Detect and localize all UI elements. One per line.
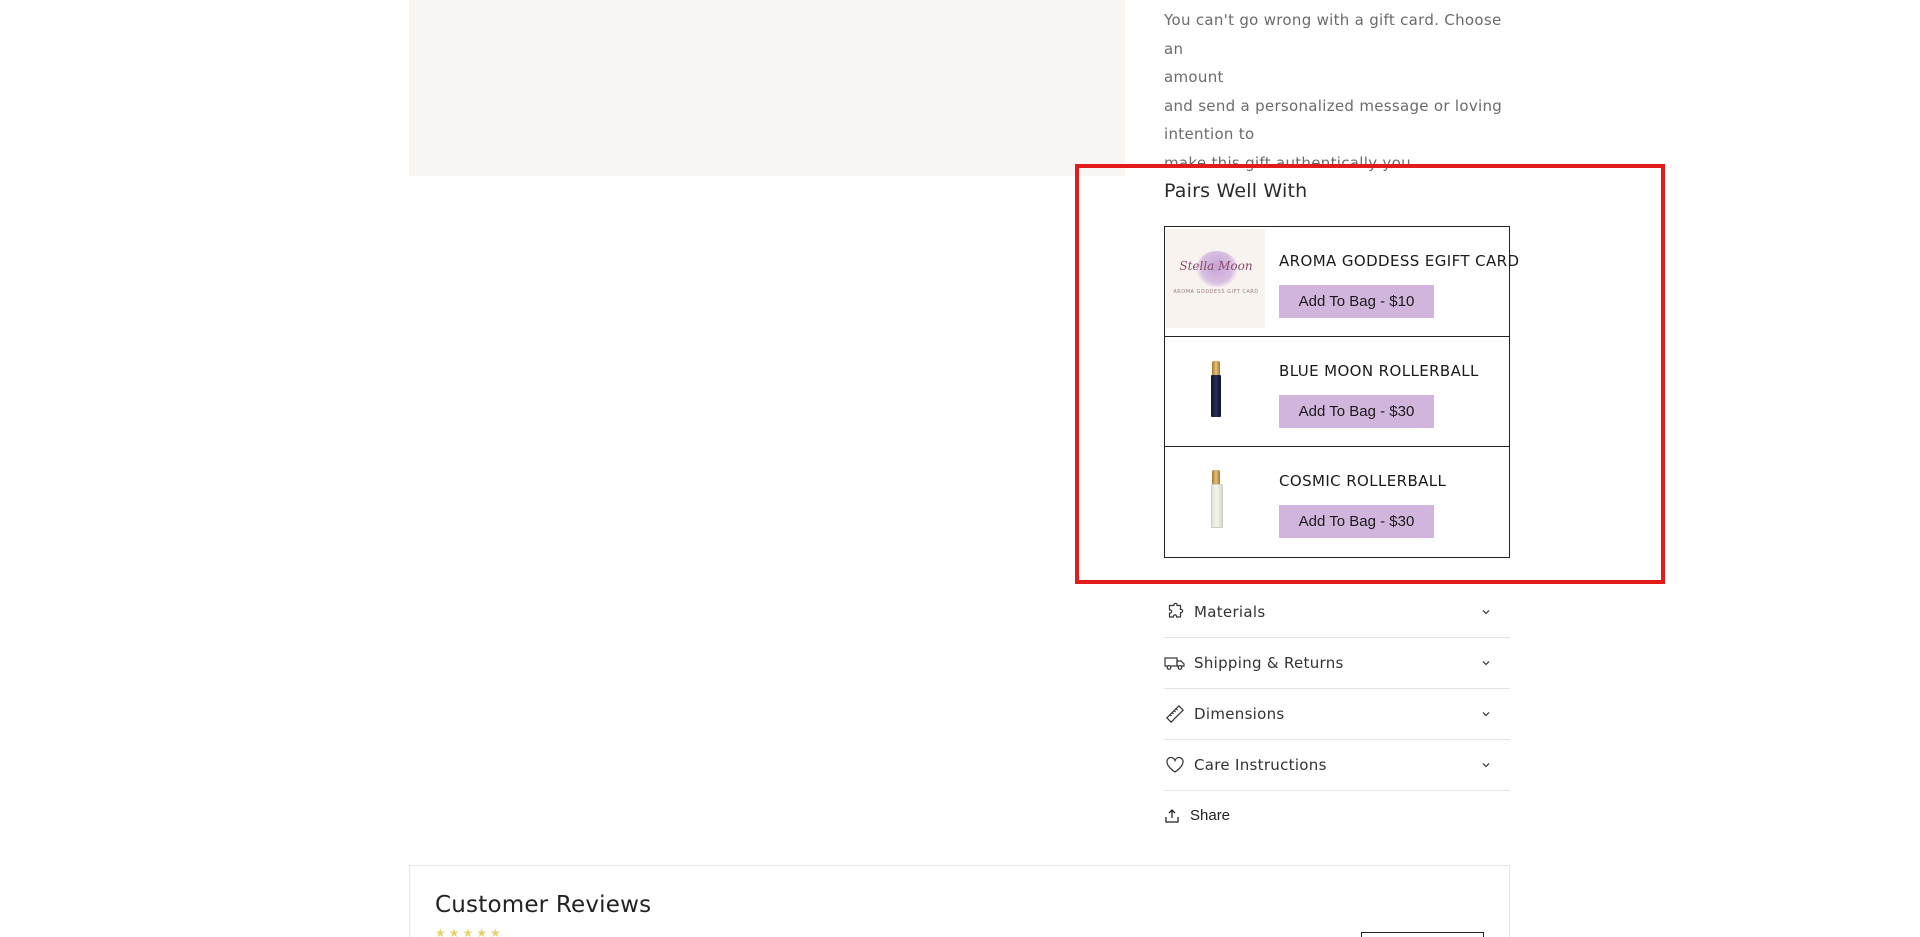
description-line: You can't go wrong with a gift card. Cho… [1164,11,1502,58]
description-line: intention to [1164,125,1255,143]
gift-card-image[interactable]: Stella Moon AROMA GODDESS GIFT CARD [1166,229,1265,328]
pair-item-name[interactable]: AROMA GODDESS EGIFT CARD [1279,252,1519,270]
accordion-label: Dimensions [1194,705,1285,723]
write-review-button[interactable] [1361,932,1484,937]
ruler-icon [1164,703,1186,725]
accordion-materials[interactable]: Materials [1164,587,1510,638]
pair-item-cosmic-rollerball: COSMIC ROLLERBALL Add To Bag - $30 [1165,447,1509,557]
chevron-down-icon [1482,712,1490,717]
rating-stars: ★★★★★ [435,926,504,937]
gift-card-logo-script: Stella Moon [1179,259,1253,273]
blue-bottle-icon [1210,360,1221,417]
accordion-shipping-returns[interactable]: Shipping & Returns [1164,638,1510,689]
pair-item-name[interactable]: BLUE MOON ROLLERBALL [1279,362,1479,380]
accordion-care-instructions[interactable]: Care Instructions [1164,740,1510,791]
chevron-down-icon [1482,763,1490,768]
accordion-label: Care Instructions [1194,756,1327,774]
product-media-area [409,0,1125,176]
customer-reviews-title: Customer Reviews [435,892,652,918]
share-icon [1165,808,1179,823]
product-info-accordion: Materials Shipping & Returns Dimensions … [1164,587,1510,791]
share-label: Share [1190,807,1231,824]
add-to-bag-button[interactable]: Add To Bag - $10 [1279,285,1434,318]
customer-reviews-section: Customer Reviews ★★★★★ [409,865,1510,937]
pairs-well-with-list: Stella Moon AROMA GODDESS GIFT CARD AROM… [1164,226,1519,558]
description-line: and send a personalized message or lovin… [1164,96,1503,115]
chevron-down-icon [1482,610,1490,615]
clear-rollerball-bottle-image[interactable] [1166,449,1265,548]
truck-icon [1164,652,1186,674]
pairs-well-with-title: Pairs Well With [1164,180,1308,202]
blue-rollerball-bottle-image[interactable] [1166,339,1265,438]
add-to-bag-button[interactable]: Add To Bag - $30 [1279,505,1434,538]
chevron-down-icon [1482,661,1490,666]
product-description: You can't go wrong with a gift card. Cho… [1164,6,1514,177]
pair-item-blue-moon-rollerball: BLUE MOON ROLLERBALL Add To Bag - $30 [1165,337,1509,447]
pair-item-aroma-goddess-egift-card: Stella Moon AROMA GODDESS GIFT CARD AROM… [1165,227,1519,337]
puzzle-icon [1164,601,1186,623]
heart-icon [1164,754,1186,776]
accordion-label: Materials [1194,603,1266,621]
clear-bottle-icon [1210,469,1223,528]
accordion-dimensions[interactable]: Dimensions [1164,689,1510,740]
product-page: You can't go wrong with a gift card. Cho… [0,0,1920,937]
add-to-bag-button[interactable]: Add To Bag - $30 [1279,395,1434,428]
gift-card-caption: AROMA GODDESS GIFT CARD [1173,289,1259,295]
description-line: amount [1164,68,1224,86]
pair-item-name[interactable]: COSMIC ROLLERBALL [1279,472,1446,490]
accordion-label: Shipping & Returns [1194,654,1344,672]
share-button[interactable]: Share [1164,807,1230,824]
